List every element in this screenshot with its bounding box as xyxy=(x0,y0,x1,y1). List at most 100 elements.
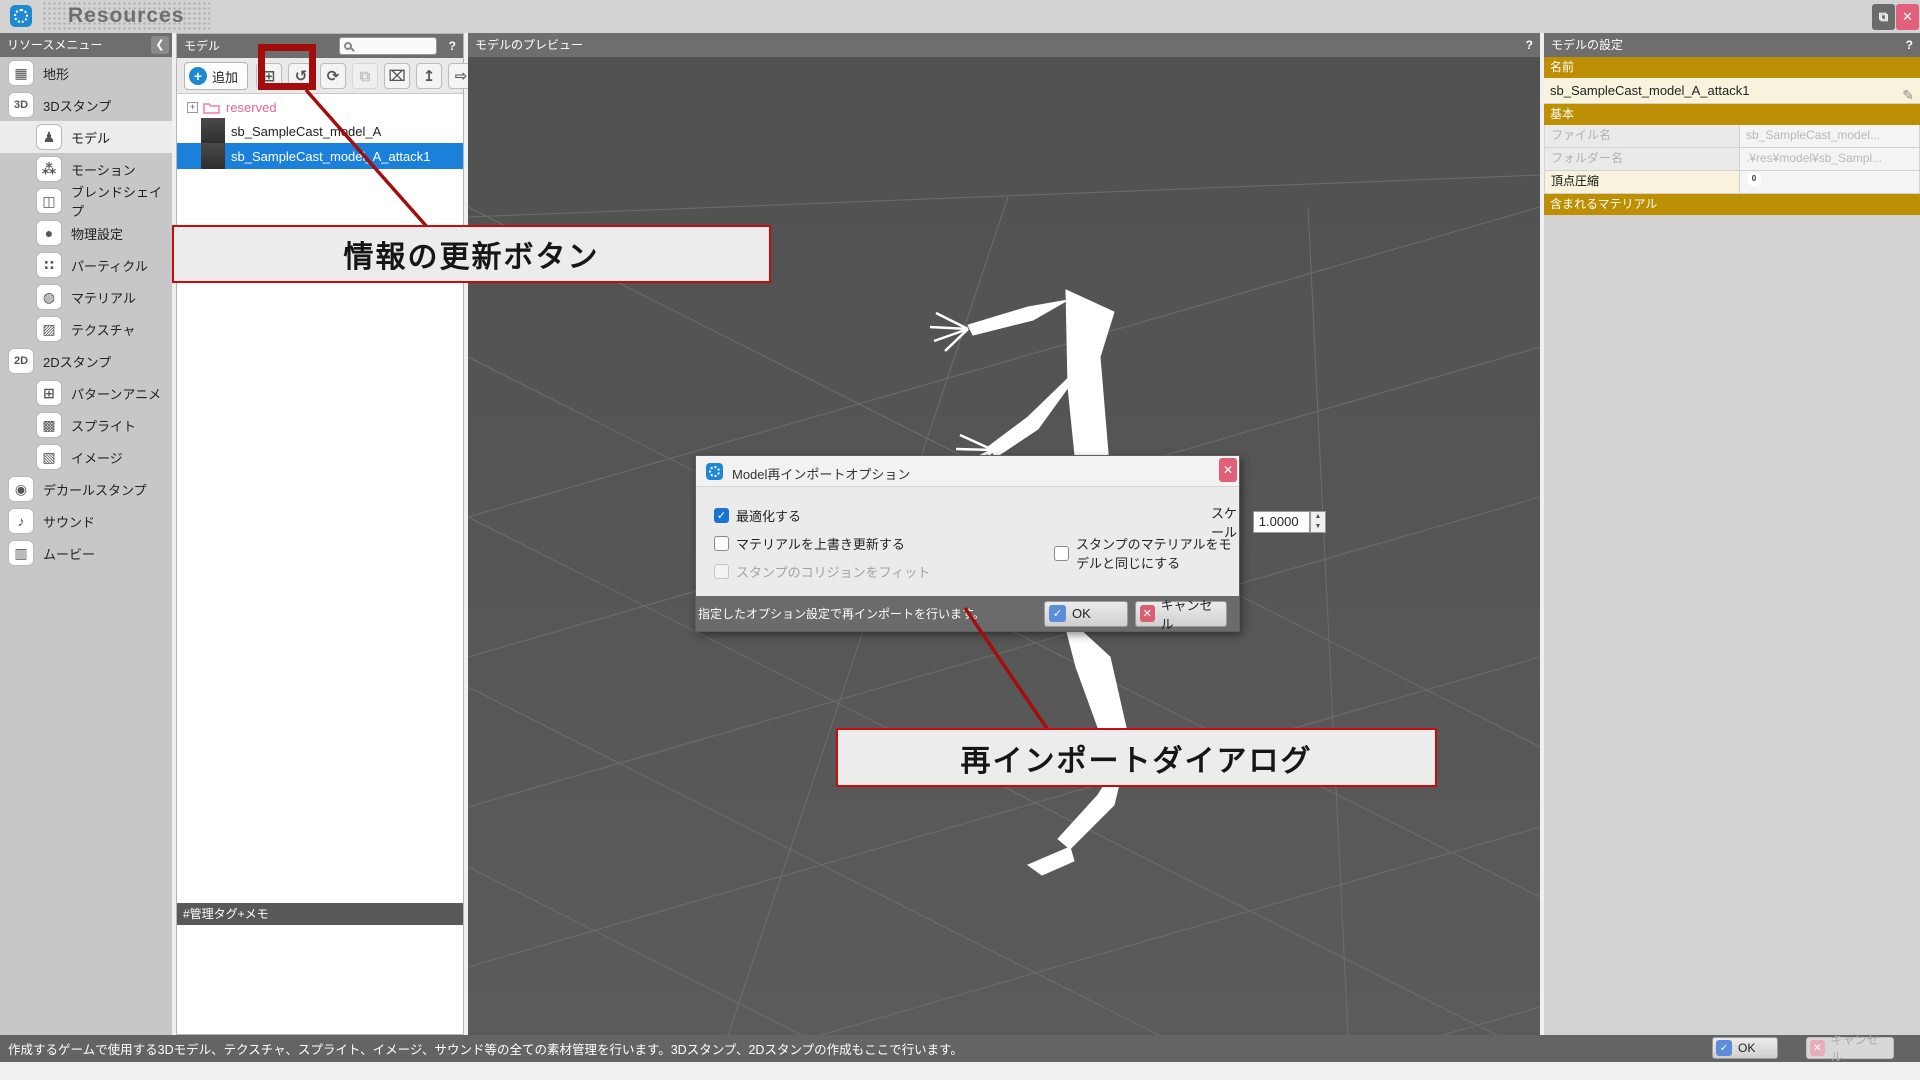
sidebar-item-decal-stamp[interactable]: ◉デカールスタンプ xyxy=(0,473,172,505)
copy-button[interactable]: ⧉ xyxy=(352,63,378,89)
name-section-header: 名前 xyxy=(1544,57,1920,78)
sidebar-item-motion[interactable]: ⁂モーション xyxy=(0,153,172,185)
sidebar-item-texture[interactable]: ▨テクスチャ xyxy=(0,313,172,345)
tree-folder-reserved[interactable]: + reserved xyxy=(177,95,463,119)
expander-icon[interactable]: + xyxy=(187,102,198,113)
check-icon: ✓ xyxy=(1716,1040,1732,1056)
vertex-compression-row: 頂点圧縮 0 xyxy=(1544,171,1920,194)
sprite-icon: ▩ xyxy=(36,412,62,438)
model-list-panel: モデル ? + 追加 ⊞ ↺ ⟳ ⧉ ⌧ ↥ ⇨ + reserved xyxy=(176,33,464,1035)
reimport-dialog: Model再インポートオプション ✕ 最適化する マテリアルを上書き更新する ス… xyxy=(695,455,1240,632)
dialog-dice-icon xyxy=(706,463,723,480)
image-icon: ▧ xyxy=(36,444,62,470)
tree-item-model-a-attack1[interactable]: sb_SampleCast_model_A_attack1 xyxy=(177,143,463,169)
sidebar-collapse-button[interactable]: ❮ xyxy=(151,36,169,54)
scale-label: スケール xyxy=(1211,503,1247,541)
app-logo-dice-icon xyxy=(10,5,32,27)
status-cancel-button[interactable]: ✕ キャンセル xyxy=(1806,1037,1894,1059)
3d-stamp-icon: 3D xyxy=(8,92,34,118)
settings-panel-help-button[interactable]: ? xyxy=(1906,37,1913,53)
dialog-title: Model再インポートオプション xyxy=(732,464,910,483)
sidebar-item-image[interactable]: ▧イメージ xyxy=(0,441,172,473)
check-icon: ✓ xyxy=(1049,605,1066,622)
sidebar-item-pattern-anime[interactable]: ⊞パターンアニメ xyxy=(0,377,172,409)
delete-button[interactable]: ⌧ xyxy=(384,63,410,89)
blendshape-icon: ◫ xyxy=(36,188,62,214)
status-ok-button[interactable]: ✓ OK xyxy=(1712,1037,1778,1059)
sidebar-item-sprite[interactable]: ▩スプライト xyxy=(0,409,172,441)
physics-icon: ● xyxy=(36,220,62,246)
spinner-up-icon[interactable]: ▲ xyxy=(1311,512,1325,522)
model-panel-help-button[interactable]: ? xyxy=(449,38,456,54)
scale-input[interactable]: 1.0000 ▲▼ xyxy=(1253,511,1310,533)
status-bar: 作成するゲームで使用する3Dモデル、テクスチャ、スプライト、イメージ、サウンド等… xyxy=(0,1035,1920,1062)
scale-spinner[interactable]: ▲▼ xyxy=(1310,511,1326,533)
basic-section-header: 基本 xyxy=(1544,104,1920,125)
movie-icon: ▥ xyxy=(8,540,34,566)
dialog-footer: 指定したオプション設定で再インポートを行います。 ✓ OK ✕ キャンセル xyxy=(696,596,1239,631)
model-settings-panel: モデルの設定 ? 名前 sb_SampleCast_model_A_attack… xyxy=(1544,33,1920,1035)
x-icon: ✕ xyxy=(1140,605,1155,622)
terrain-icon: ▦ xyxy=(8,60,34,86)
dialog-footer-text: 指定したオプション設定で再インポートを行います。 xyxy=(698,605,1028,622)
reimport-button[interactable]: ⟳ xyxy=(320,63,346,89)
export-button[interactable]: ↥ xyxy=(416,63,442,89)
pattern-anime-icon: ⊞ xyxy=(36,380,62,406)
option-fit-collision[interactable]: スタンプのコリジョンをフィット xyxy=(714,562,930,581)
checkbox-icon[interactable] xyxy=(1054,546,1069,561)
motion-icon: ⁂ xyxy=(36,156,62,182)
sidebar-item-particle[interactable]: ∷パーティクル xyxy=(0,249,172,281)
sidebar-item-2d-stamp[interactable]: 2D2Dスタンプ xyxy=(0,345,172,377)
model-icon: ♟ xyxy=(36,124,62,150)
model-name-field[interactable]: sb_SampleCast_model_A_attack1 ✎ xyxy=(1544,78,1920,104)
app-title: Resources xyxy=(42,1,210,31)
add-model-button[interactable]: + 追加 xyxy=(184,62,248,90)
tree-item-model-a[interactable]: sb_SampleCast_model_A xyxy=(177,119,463,143)
sidebar-item-material[interactable]: ◍マテリアル xyxy=(0,281,172,313)
close-window-button[interactable]: ✕ xyxy=(1896,4,1919,30)
model-thumbnail xyxy=(201,143,225,169)
dialog-cancel-button[interactable]: ✕ キャンセル xyxy=(1135,601,1227,627)
material-icon: ◍ xyxy=(36,284,62,310)
sidebar-item-terrain[interactable]: ▦地形 xyxy=(0,57,172,89)
option-optimize[interactable]: 最適化する xyxy=(714,506,801,525)
model-toolbar: + 追加 ⊞ ↺ ⟳ ⧉ ⌧ ↥ ⇨ xyxy=(177,58,463,94)
x-icon: ✕ xyxy=(1810,1040,1825,1056)
folder-name-row: フォルダー名 .¥res¥model¥sb_Sampl... xyxy=(1544,148,1920,171)
dialog-title-bar[interactable]: Model再インポートオプション ✕ xyxy=(696,456,1239,487)
sidebar-item-3d-stamp[interactable]: 3D3Dスタンプ xyxy=(0,89,172,121)
folder-icon xyxy=(203,101,220,114)
dialog-close-button[interactable]: ✕ xyxy=(1219,458,1237,482)
model-thumbnail xyxy=(201,118,225,144)
decal-stamp-icon: ◉ xyxy=(8,476,34,502)
spinner-down-icon[interactable]: ▼ xyxy=(1311,522,1325,532)
update-info-button[interactable]: ↺ xyxy=(288,63,314,89)
resource-menu-sidebar: リソースメニュー ❮ ▦地形 3D3Dスタンプ ♟モデル ⁂モーション ◫ブレン… xyxy=(0,33,172,1035)
sidebar-item-model[interactable]: ♟モデル xyxy=(0,121,172,153)
annotation-reimport-dialog: 再インポートダイアログ xyxy=(836,728,1437,787)
checkbox-disabled-icon xyxy=(714,564,729,579)
title-bar: Resources ⧉ ✕ xyxy=(0,0,1920,33)
sidebar-item-physics[interactable]: ●物理設定 xyxy=(0,217,172,249)
sound-icon: ♪ xyxy=(8,508,34,534)
sidebar-item-blendshape[interactable]: ◫ブレンドシェイプ xyxy=(0,185,172,217)
sidebar-item-movie[interactable]: ▥ムービー xyxy=(0,537,172,569)
dialog-ok-button[interactable]: ✓ OK xyxy=(1044,601,1128,627)
settings-panel-header: モデルの設定 xyxy=(1544,33,1920,57)
option-overwrite-material[interactable]: マテリアルを上書き更新する xyxy=(714,534,905,553)
checkbox-icon[interactable] xyxy=(714,536,729,551)
materials-section-header: 含まれるマテリアル xyxy=(1544,194,1920,215)
annotation-update-button: 情報の更新ボタン xyxy=(172,225,771,283)
float-window-button[interactable]: ⧉ xyxy=(1872,4,1895,30)
new-model-button[interactable]: ⊞ xyxy=(256,63,282,89)
2d-stamp-icon: 2D xyxy=(8,348,34,374)
file-name-row: ファイル名 sb_SampleCast_model... xyxy=(1544,125,1920,148)
search-input[interactable] xyxy=(339,37,437,55)
search-icon xyxy=(344,42,352,50)
checkbox-checked-icon[interactable] xyxy=(714,508,729,523)
model-tree: + reserved sb_SampleCast_model_A sb_Samp… xyxy=(177,95,463,169)
texture-icon: ▨ xyxy=(36,316,62,342)
preview-panel-help-button[interactable]: ? xyxy=(1526,37,1533,53)
sidebar-item-sound[interactable]: ♪サウンド xyxy=(0,505,172,537)
tag-memo-bar[interactable]: #管理タグ+メモ xyxy=(177,903,463,925)
